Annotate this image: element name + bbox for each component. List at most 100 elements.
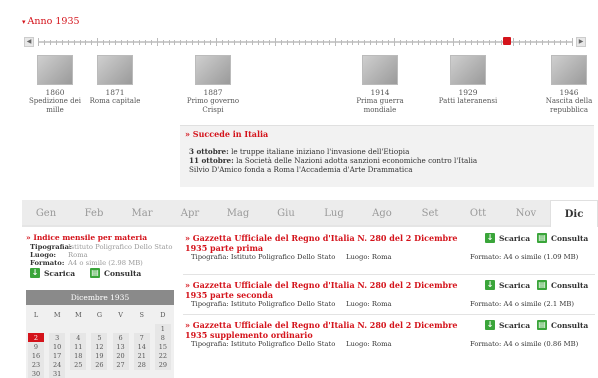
indice-consulta-button[interactable]: ▤ Consulta bbox=[90, 268, 141, 278]
tab-feb[interactable]: Feb bbox=[70, 200, 118, 227]
tab-gen[interactable]: Gen bbox=[22, 200, 70, 227]
tab-lug[interactable]: Lug bbox=[310, 200, 358, 227]
timeline-tick bbox=[483, 40, 484, 45]
timeline-tick bbox=[488, 40, 490, 45]
timeline-tick bbox=[239, 40, 241, 45]
timeline-tick bbox=[459, 40, 461, 45]
timeline-tick bbox=[447, 40, 449, 45]
timeline-tick bbox=[494, 40, 496, 45]
event-year: 1871 bbox=[105, 88, 125, 97]
gazzetta-title-link[interactable]: » Gazzetta Ufficiale del Regno d'Italia … bbox=[185, 320, 475, 340]
tab-nov[interactable]: Nov bbox=[502, 200, 550, 227]
timeline-tick bbox=[150, 40, 152, 45]
timeline-event[interactable]: 1871 Roma capitale bbox=[80, 55, 150, 106]
download-icon: ↓ bbox=[485, 233, 495, 243]
timeline-tick bbox=[293, 40, 295, 45]
timeline-tick bbox=[435, 40, 437, 45]
timeline-tick bbox=[382, 40, 384, 45]
timeline-tick bbox=[316, 40, 318, 45]
timeline-next-button[interactable]: ▶ bbox=[576, 37, 586, 47]
timeline-tick bbox=[67, 40, 69, 45]
timeline-tick bbox=[198, 40, 200, 45]
event-thumbnail bbox=[195, 55, 231, 85]
scarica-button[interactable]: ↓ Scarica bbox=[485, 233, 530, 243]
timeline-tick bbox=[61, 40, 63, 45]
bullet-icon: » bbox=[185, 129, 193, 139]
calendar-day[interactable]: 31 bbox=[49, 369, 66, 378]
timeline-tick bbox=[251, 40, 253, 45]
timeline-tick bbox=[180, 40, 182, 45]
event-thumbnail bbox=[362, 55, 398, 85]
timeline-tick bbox=[500, 40, 502, 45]
indice-luogo: Luogo: Roma bbox=[30, 251, 88, 259]
scarica-button[interactable]: ↓ Scarica bbox=[485, 280, 530, 290]
timeline-tick bbox=[417, 40, 419, 45]
timeline-tick bbox=[109, 40, 111, 45]
timeline-tick bbox=[399, 40, 401, 45]
scarica-button[interactable]: ↓ Scarica bbox=[485, 320, 530, 330]
calendar-day[interactable]: 25 bbox=[70, 360, 87, 370]
tab-ott[interactable]: Ott bbox=[454, 200, 502, 227]
consulta-button[interactable]: ▤ Consulta bbox=[537, 280, 588, 290]
timeline-event[interactable]: 1887 Primo governo Crispi bbox=[178, 55, 248, 115]
timeline-tick bbox=[204, 40, 206, 45]
consulta-button[interactable]: ▤ Consulta bbox=[537, 233, 588, 243]
calendar-day[interactable]: 27 bbox=[112, 360, 129, 370]
chevron-down-icon: ▾ bbox=[22, 18, 26, 26]
tab-set[interactable]: Set bbox=[406, 200, 454, 227]
event-thumbnail bbox=[551, 55, 587, 85]
timeline-tick bbox=[429, 40, 431, 45]
calendar-day[interactable]: 26 bbox=[91, 360, 108, 370]
timeline-tick bbox=[79, 40, 81, 45]
timeline-tick bbox=[358, 40, 360, 45]
event-label: Patti lateranensi bbox=[438, 97, 498, 105]
tab-mag[interactable]: Mag bbox=[214, 200, 262, 227]
timeline-tick bbox=[340, 40, 342, 45]
event-label: Primo governo Crispi bbox=[186, 97, 240, 114]
gazzetta-formato: Formato: A4 o simile (0.86 MB) bbox=[470, 340, 579, 348]
calendar-day[interactable]: 28 bbox=[133, 360, 150, 370]
gazzetta-tipografia: Tipografia: Istituto Poligrafico Dello S… bbox=[191, 340, 336, 348]
calendar-day[interactable]: 30 bbox=[28, 369, 44, 378]
timeline-tick bbox=[55, 40, 57, 45]
timeline-tick bbox=[43, 40, 45, 45]
timeline-marker[interactable] bbox=[503, 37, 511, 45]
event-year: 1929 bbox=[458, 88, 478, 97]
gazzetta-title-link[interactable]: » Gazzetta Ufficiale del Regno d'Italia … bbox=[185, 280, 475, 300]
tab-giu[interactable]: Giu bbox=[262, 200, 310, 227]
timeline-event[interactable]: 1929 Patti lateranensi bbox=[433, 55, 503, 106]
consulta-button[interactable]: ▤ Consulta bbox=[537, 320, 588, 330]
timeline-tick bbox=[572, 38, 573, 46]
timeline-prev-button[interactable]: ◀ bbox=[24, 37, 34, 47]
event-label: Nascita della repubblica bbox=[545, 97, 593, 114]
event-label: Prima guerra mondiale bbox=[356, 97, 404, 114]
timeline-tick bbox=[227, 40, 229, 45]
gazzetta-tipografia: Tipografia: Istituto Poligrafico Dello S… bbox=[191, 300, 336, 308]
event-thumbnail bbox=[37, 55, 73, 85]
timeline-tick bbox=[263, 40, 265, 45]
month-tabs: Gen Feb Mar Apr Mag Giu Lug Ago Set Ott Nov Dic bbox=[22, 200, 598, 227]
timeline-tick bbox=[388, 40, 390, 45]
calendar-day[interactable]: 29 bbox=[154, 360, 171, 370]
tab-apr[interactable]: Apr bbox=[166, 200, 214, 227]
timeline-tick bbox=[115, 40, 117, 45]
indice-scarica-button[interactable]: ↓ Scarica bbox=[30, 268, 75, 278]
gazzetta-formato: Formato: A4 o simile (2.1 MB) bbox=[470, 300, 574, 308]
timeline-tick bbox=[370, 40, 372, 45]
gazzetta-luogo: Luogo: Roma bbox=[346, 253, 392, 261]
timeline-tick bbox=[512, 38, 514, 46]
timeline-tick bbox=[49, 40, 51, 45]
gazzetta-title-link[interactable]: » Gazzetta Ufficiale del Regno d'Italia … bbox=[185, 233, 475, 253]
document-icon: ▤ bbox=[537, 280, 547, 290]
indice-title: » Indice mensile per materia bbox=[26, 233, 148, 242]
timeline-tick bbox=[156, 38, 158, 46]
timeline-event[interactable]: 1914 Prima guerra mondiale bbox=[345, 55, 415, 115]
timeline-tick bbox=[121, 40, 123, 45]
timeline-tick bbox=[423, 40, 425, 45]
timeline-tick bbox=[97, 38, 99, 46]
timeline-tick bbox=[465, 40, 467, 45]
tab-dic[interactable]: Dic bbox=[550, 200, 598, 227]
timeline-event[interactable]: 1946 Nascita della repubblica bbox=[537, 55, 598, 115]
tab-ago[interactable]: Ago bbox=[358, 200, 406, 227]
tab-mar[interactable]: Mar bbox=[118, 200, 166, 227]
